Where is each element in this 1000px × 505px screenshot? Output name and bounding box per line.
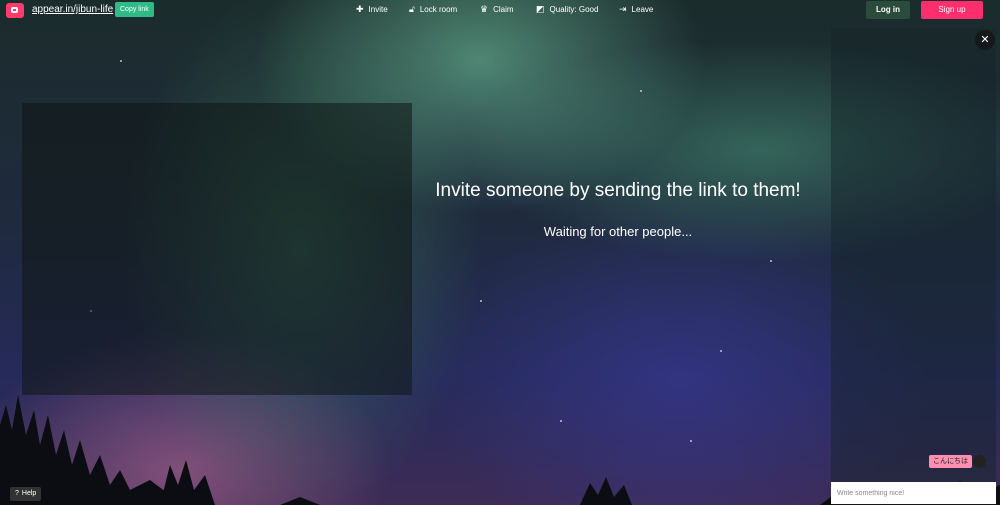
chat-panel xyxy=(831,28,996,505)
room-url-link[interactable]: appear.in/jibun-life xyxy=(32,4,113,15)
quality-icon: ◩ xyxy=(536,4,545,14)
login-button[interactable]: Log in xyxy=(866,1,910,19)
copy-link-button[interactable]: Copy link xyxy=(115,2,154,17)
claim-label: Claim xyxy=(493,5,514,14)
invite-button[interactable]: ✚ Invite xyxy=(356,4,388,15)
waiting-status: Waiting for other people... xyxy=(543,224,693,239)
lock-room-label: Lock room xyxy=(419,5,458,14)
chat-input[interactable] xyxy=(831,482,996,504)
plus-icon: ✚ xyxy=(356,4,364,14)
top-bar: appear.in/jibun-life Copy link ✚ Invite … xyxy=(0,0,1000,20)
lock-room-button[interactable]: 🔓︎ Lock room xyxy=(409,4,457,15)
signup-button[interactable]: Sign up xyxy=(921,1,983,19)
self-video-panel[interactable] xyxy=(22,103,412,395)
exit-icon: ⇥ xyxy=(619,4,627,14)
quality-button[interactable]: ◩ Quality: Good xyxy=(536,4,598,15)
leave-button[interactable]: ⇥ Leave xyxy=(619,4,653,15)
close-icon: ✕ xyxy=(980,34,990,46)
help-label: Help xyxy=(21,490,37,497)
leave-label: Leave xyxy=(631,5,654,14)
appear-in-logo-icon[interactable] xyxy=(6,3,24,18)
close-chat-button[interactable]: ✕ xyxy=(975,30,995,50)
lock-icon: 🔓︎ xyxy=(409,4,415,14)
crown-icon: ♛ xyxy=(480,4,489,14)
invite-label: Invite xyxy=(368,5,388,14)
invite-heading: Invite someone by sending the link to th… xyxy=(435,180,801,201)
chat-message-bubble: こんにちは xyxy=(929,455,972,468)
avatar xyxy=(973,455,986,468)
help-button[interactable]: ? Help xyxy=(10,487,42,501)
claim-button[interactable]: ♛ Claim xyxy=(480,4,514,15)
quality-label: Quality: Good xyxy=(549,5,599,14)
question-icon: ? xyxy=(15,490,19,497)
